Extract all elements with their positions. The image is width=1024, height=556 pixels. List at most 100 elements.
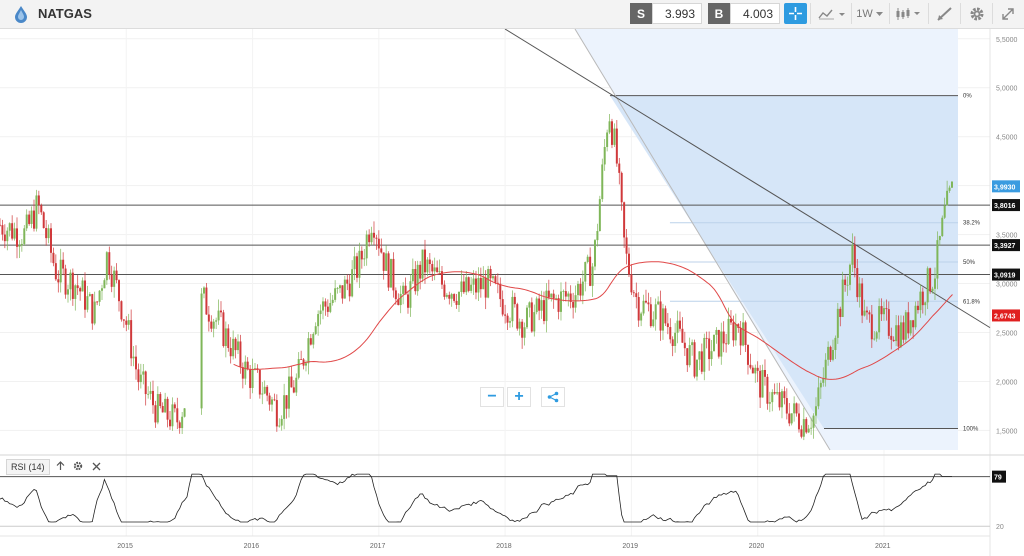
candle-body — [819, 382, 822, 388]
candle-body — [601, 164, 604, 200]
candle-body — [868, 312, 871, 315]
candle-body — [778, 392, 781, 408]
candle-body — [552, 293, 555, 299]
candle-body — [346, 279, 349, 284]
candles-button[interactable] — [893, 3, 925, 24]
candle-body — [773, 392, 776, 394]
candle-body — [795, 403, 798, 414]
candle-body — [341, 285, 344, 299]
candle-body — [28, 214, 31, 224]
candle-body — [890, 335, 893, 340]
price-marker-label: 2,6743 — [994, 313, 1016, 320]
candle-body — [572, 301, 575, 308]
candle-body — [598, 199, 601, 232]
candle-body — [649, 304, 652, 327]
candle-body — [52, 252, 55, 264]
crosshair-button[interactable] — [784, 3, 807, 24]
candle-body — [368, 234, 371, 243]
chart-type-button[interactable] — [816, 3, 848, 24]
candle-body — [909, 320, 912, 334]
candle-body — [443, 284, 446, 297]
timeframe-selector[interactable]: 1W — [855, 3, 885, 24]
candle-body — [683, 342, 686, 349]
candle-body — [329, 302, 332, 312]
candle-body — [785, 398, 788, 414]
gear-icon — [73, 461, 83, 471]
buy-label[interactable]: B — [708, 3, 730, 24]
candle-body — [207, 314, 210, 322]
price-chart[interactable]: 5,50005,00004,50004,00003,50003,00002,50… — [0, 29, 1024, 556]
candle-body — [457, 291, 460, 305]
expand-button[interactable] — [996, 3, 1020, 24]
buy-price[interactable]: 4.003 — [730, 3, 780, 24]
candle-body — [579, 283, 582, 296]
candle-body — [120, 301, 123, 320]
candle-body — [246, 361, 249, 370]
candle-body — [227, 328, 230, 348]
fib-level-label: 0% — [963, 94, 972, 100]
candle-body — [742, 322, 745, 346]
candle-body — [727, 318, 730, 344]
candle-body — [212, 321, 215, 329]
candle-body — [307, 338, 310, 364]
candle-body — [538, 298, 541, 311]
candle-body — [113, 270, 116, 287]
candle-body — [732, 322, 735, 341]
candle-body — [562, 291, 565, 292]
candle-body — [533, 312, 536, 332]
candle-body — [268, 395, 271, 405]
candle-body — [929, 268, 932, 292]
draw-tool-button[interactable] — [933, 3, 957, 24]
candle-body — [351, 269, 354, 297]
candle-body — [610, 121, 613, 145]
candle-body — [25, 214, 28, 229]
candle-body — [788, 413, 791, 424]
candle-body — [487, 268, 490, 298]
price-tick-label: 3,0000 — [996, 282, 1018, 289]
candle-body — [91, 294, 94, 324]
candle-body — [479, 277, 482, 290]
candle-body — [321, 301, 324, 311]
candle-body — [703, 337, 706, 372]
price-tick-label: 1,5000 — [996, 428, 1018, 435]
candle-body — [800, 429, 803, 437]
candle-body — [300, 359, 303, 360]
candle-body — [314, 326, 317, 334]
candle-body — [831, 349, 834, 360]
sell-label[interactable]: S — [630, 3, 652, 24]
candle-body — [49, 228, 52, 253]
candle-body — [312, 333, 315, 345]
price-tick-label: 2,0000 — [996, 379, 1018, 386]
candle-body — [654, 304, 657, 320]
candle-body — [389, 258, 392, 288]
zoom-out-button[interactable]: − — [480, 387, 504, 407]
candle-body — [812, 415, 815, 428]
share-button[interactable] — [541, 387, 565, 407]
candle-body — [18, 245, 21, 247]
candle-body — [596, 231, 599, 241]
candle-body — [865, 310, 868, 313]
rsi-close-button[interactable] — [90, 459, 102, 473]
candle-body — [249, 369, 252, 388]
candle-body — [759, 370, 762, 398]
chart-area[interactable]: 5,50005,00004,50004,00003,50003,00002,50… — [0, 29, 1024, 556]
candle-body — [287, 376, 290, 409]
settings-button[interactable] — [965, 3, 989, 24]
candle-body — [550, 293, 553, 298]
rsi-level-label: 20 — [996, 524, 1004, 531]
candle-body — [309, 338, 312, 345]
rsi-indicator-tab[interactable]: RSI (14) — [6, 459, 50, 475]
time-tick-label: 2017 — [370, 543, 386, 550]
candle-body — [402, 285, 405, 294]
candle-body — [870, 314, 873, 340]
sell-price[interactable]: 3.993 — [652, 3, 702, 24]
zoom-in-button[interactable]: + — [507, 387, 531, 407]
candle-body — [615, 128, 618, 164]
candle-body — [518, 321, 521, 329]
rsi-move-up-button[interactable] — [54, 459, 66, 473]
rsi-settings-button[interactable] — [72, 459, 84, 473]
candle-body — [591, 266, 594, 286]
candle-body — [11, 223, 14, 239]
candle-body — [717, 329, 720, 357]
candle-body — [642, 300, 645, 314]
